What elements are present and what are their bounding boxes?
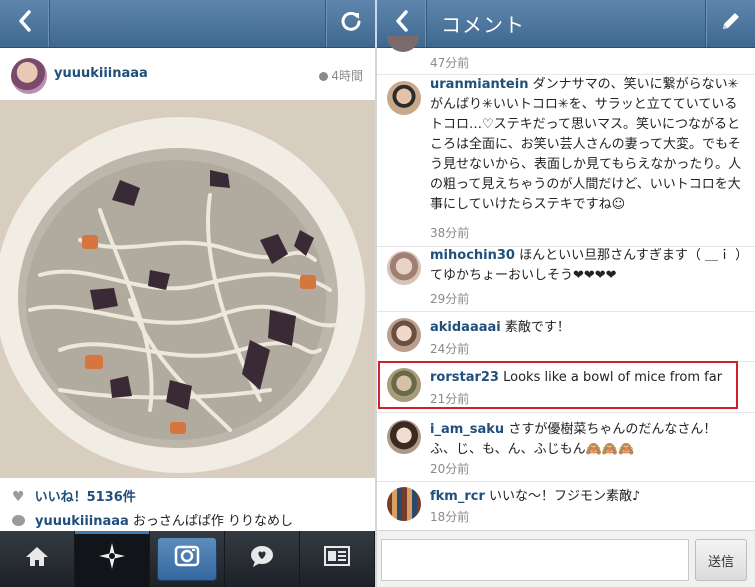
- tab-profile[interactable]: [300, 531, 375, 587]
- comments-top-bar: コメント: [377, 0, 755, 48]
- comment-username[interactable]: i_am_saku: [430, 422, 504, 437]
- back-button[interactable]: [0, 0, 50, 47]
- clock-icon: [319, 72, 329, 81]
- send-button[interactable]: 送信: [695, 539, 747, 581]
- home-icon: [24, 545, 50, 573]
- comment-username[interactable]: uranmiantein: [430, 77, 528, 92]
- comment-time: 24分前: [430, 342, 470, 356]
- comment-time: 29分前: [430, 292, 470, 306]
- comments-panel: コメント 47分前 uranmiantein ダンナサマの、笑いに繋がらない✳︎…: [377, 0, 755, 587]
- camera-button[interactable]: [157, 537, 217, 581]
- caption-username[interactable]: yuuukiiinaaa: [35, 514, 129, 529]
- compose-button[interactable]: [705, 0, 755, 47]
- comment-text: ダンナサマの、笑いに繋がらない✳︎がんばり✳︎いいトコロ✳︎を、サラッと立ててい…: [430, 77, 742, 212]
- comment-avatar[interactable]: [387, 251, 421, 285]
- heart-icon: ♥: [12, 489, 25, 505]
- comment-username[interactable]: mihochin30: [430, 248, 515, 263]
- compass-star-icon: [98, 542, 126, 576]
- likes-row[interactable]: ♥ いいね！5136件: [12, 486, 136, 505]
- comment-item: i_am_saku さすが優樹菜ちゃんのだんなさん！ふ、じ、も、ん、ふじもん🙈🙈…: [430, 420, 742, 460]
- comment-time: 18分前: [430, 510, 470, 524]
- divider: [377, 412, 755, 413]
- comment-input[interactable]: [381, 539, 689, 581]
- refresh-button[interactable]: [325, 0, 375, 47]
- post-panel: yuuukiiinaaa 4時間 ♥ いいね！5136件 yuuukiiinaa…: [0, 0, 375, 587]
- divider: [377, 311, 755, 312]
- refresh-icon: [340, 9, 362, 39]
- comment-avatar[interactable]: [387, 318, 421, 352]
- comment-avatar[interactable]: [387, 36, 419, 52]
- comment-list[interactable]: 47分前 uranmiantein ダンナサマの、笑いに繋がらない✳︎がんばり✳…: [377, 36, 755, 530]
- comment-time: 47分前: [430, 56, 470, 70]
- comment-text: いいな〜！フジモン素敵♪: [489, 489, 641, 504]
- tab-camera[interactable]: [150, 531, 225, 587]
- comment-avatar[interactable]: [387, 487, 421, 521]
- tab-home[interactable]: [0, 531, 75, 587]
- highlight-box: [378, 361, 738, 409]
- comment-bubble-icon: [12, 515, 25, 526]
- tab-news[interactable]: [225, 531, 300, 587]
- likes-count: いいね！5136件: [34, 490, 136, 505]
- comment-time: 20分前: [430, 462, 470, 476]
- profile-card-icon: [324, 546, 350, 572]
- post-username[interactable]: yuuukiiinaaa: [54, 66, 148, 81]
- comment-item: akidaaaai 素敵です！: [430, 318, 742, 338]
- comment-avatar[interactable]: [387, 420, 421, 454]
- comment-time: 38分前: [430, 226, 470, 240]
- comment-input-bar: 送信: [377, 530, 755, 587]
- divider: [377, 481, 755, 482]
- caption-row: yuuukiiinaaa おっさんぱぱ作 りりなめし: [12, 510, 293, 529]
- post-photo[interactable]: [0, 100, 375, 478]
- tab-explore[interactable]: [75, 531, 150, 587]
- chevron-left-icon: [17, 9, 33, 39]
- post-time-text: 4時間: [331, 69, 363, 83]
- page-title: コメント: [441, 13, 525, 37]
- comment-item: fkm_rcr いいな〜！フジモン素敵♪: [430, 487, 742, 507]
- camera-icon: [174, 545, 200, 573]
- chevron-left-icon: [394, 9, 410, 39]
- pencil-icon: [720, 9, 742, 39]
- comment-text: 素敵です！: [504, 320, 570, 335]
- comment-username[interactable]: fkm_rcr: [430, 489, 485, 504]
- comment-avatar[interactable]: [387, 81, 421, 115]
- comment-username[interactable]: akidaaaai: [430, 320, 501, 335]
- bottom-tab-bar: [0, 531, 375, 587]
- post-top-bar: [0, 0, 375, 48]
- comment-item: uranmiantein ダンナサマの、笑いに繋がらない✳︎がんばり✳︎いいトコ…: [430, 75, 742, 215]
- post-avatar[interactable]: [11, 58, 47, 94]
- comment-item: mihochin30 ほんといい旦那さんすぎます（ ＿ｉ ）てゆかちょーおいしそ…: [430, 246, 742, 286]
- caption-text: おっさんぱぱ作 りりなめし: [132, 514, 293, 529]
- post-time: 4時間: [319, 67, 363, 84]
- speech-heart-icon: [249, 544, 275, 574]
